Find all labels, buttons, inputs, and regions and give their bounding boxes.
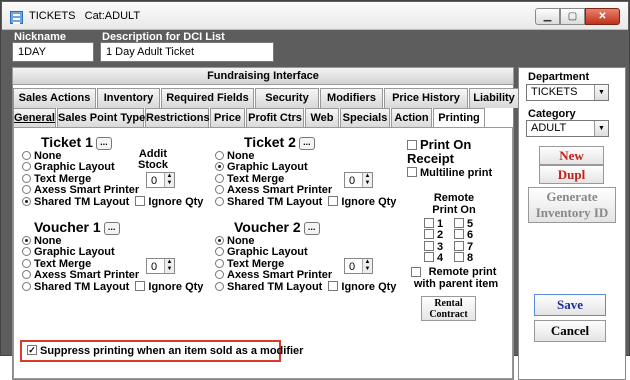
remote-printer-checkboxes: 1 5 2 6 3 7 4 8 [424, 218, 484, 264]
voucher2-dots-button[interactable]: ... [303, 222, 320, 235]
dupl-button[interactable]: Dupl [539, 165, 604, 184]
remote-with-parent-checkbox[interactable]: Remote print with parent item [411, 266, 501, 290]
department-select[interactable]: TICKETS ▼ [526, 84, 609, 101]
tab-action[interactable]: Action [391, 108, 432, 128]
tab-price-history[interactable]: Price History [384, 88, 468, 108]
maximize-button[interactable]: ▢ [560, 8, 585, 25]
tab-liability[interactable]: Liability [469, 88, 519, 108]
ticket2-title: Ticket 2... [244, 134, 315, 150]
voucher1-options: None Graphic Layout Text Merge Axess Sma… [22, 235, 203, 293]
multiline-print-checkbox[interactable]: Multiline print [407, 167, 492, 179]
tab-restrictions[interactable]: Restrictions [145, 108, 210, 128]
description-field[interactable]: 1 Day Adult Ticket [100, 42, 274, 62]
voucher2-title: Voucher 2... [234, 219, 320, 235]
voucher1-dots-button[interactable]: ... [103, 222, 120, 235]
nickname-field[interactable]: 1DAY [12, 42, 94, 62]
print-on-receipt-checkbox[interactable]: Print On Receipt [407, 138, 497, 166]
chevron-down-icon: ▼ [594, 85, 608, 100]
voucher1-stock-spinner[interactable]: 0 ▲ ▼ [146, 258, 175, 274]
ticket1-option-shared-tm[interactable]: Shared TM Layout Ignore Qty [22, 196, 203, 208]
department-label: Department [528, 71, 590, 83]
tab-modifiers[interactable]: Modifiers [320, 88, 383, 108]
ticket2-stock-spinner[interactable]: 0 ▲ ▼ [344, 172, 373, 188]
window-title: TICKETS Cat:ADULT [29, 10, 141, 22]
ticket2-dots-button[interactable]: ... [298, 137, 315, 150]
remote-printer-8[interactable]: 8 [454, 251, 484, 264]
new-button[interactable]: New [539, 146, 604, 165]
suppress-printing-checkbox[interactable]: Suppress printing when an item sold as a… [27, 345, 303, 357]
tab-web[interactable]: Web [305, 108, 339, 128]
tab-sales-actions[interactable]: Sales Actions [13, 88, 96, 108]
tab-specials[interactable]: Specials [340, 108, 390, 128]
tab-required-fields[interactable]: Required Fields [161, 88, 254, 108]
remote-printer-2[interactable]: 2 [424, 229, 454, 241]
ticket2-option-shared-tm[interactable]: Shared TM Layout Ignore Qty [215, 196, 396, 208]
generate-inventory-id-button[interactable]: Generate Inventory ID [528, 187, 616, 223]
chevron-down-icon: ▼ [594, 121, 608, 136]
ticket1-dots-button[interactable]: ... [95, 137, 112, 150]
ticket1-options: None Graphic Layout Text Merge Axess Sma… [22, 150, 203, 208]
remote-print-on-label: Remote Print On [432, 192, 476, 216]
tab-profit-ctrs[interactable]: Profit Ctrs [246, 108, 304, 128]
remote-printer-3[interactable]: 3 [424, 240, 454, 252]
tabs-row-1: Sales Actions Inventory Required Fields … [13, 88, 520, 108]
fundraising-interface-tab[interactable]: Fundraising Interface [12, 67, 514, 85]
voucher1-option-shared-tm[interactable]: Shared TM Layout Ignore Qty [22, 281, 203, 293]
tab-price[interactable]: Price [210, 108, 245, 128]
remote-printer-7[interactable]: 7 [454, 240, 484, 252]
voucher1-option-axess[interactable]: Axess Smart Printer [22, 269, 203, 281]
remote-printer-4[interactable]: 4 [424, 251, 454, 264]
title-bar: TICKETS Cat:ADULT ▁ ▢ ✕ [2, 2, 628, 30]
window: TICKETS Cat:ADULT ▁ ▢ ✕ Nickname 1DAY De… [0, 0, 630, 380]
rental-contract-button[interactable]: Rental Contract [421, 296, 476, 321]
tab-security[interactable]: Security [255, 88, 319, 108]
close-button[interactable]: ✕ [585, 8, 620, 25]
window-body: Nickname 1DAY Description for DCI List 1… [4, 31, 626, 380]
tab-inventory[interactable]: Inventory [97, 88, 160, 108]
save-button[interactable]: Save [534, 294, 606, 316]
voucher2-option-shared-tm[interactable]: Shared TM Layout Ignore Qty [215, 281, 396, 293]
category-select[interactable]: ADULT ▼ [526, 120, 609, 137]
tab-sales-point-type[interactable]: Sales Point Type [57, 108, 145, 128]
voucher1-title: Voucher 1... [34, 219, 120, 235]
minimize-button[interactable]: ▁ [535, 8, 560, 25]
category-label: Category [528, 108, 576, 120]
cancel-button[interactable]: Cancel [534, 320, 606, 342]
addit-stock-label: Addit Stock [138, 148, 168, 171]
app-icon [10, 11, 23, 24]
ticket1-title: Ticket 1... [41, 134, 112, 150]
ticket1-option-axess[interactable]: Axess Smart Printer [22, 184, 203, 196]
remote-printer-1[interactable]: 1 [424, 218, 454, 230]
ticket1-stock-spinner[interactable]: 0 ▲ ▼ [146, 172, 175, 188]
remote-printer-6[interactable]: 6 [454, 229, 484, 241]
voucher2-stock-spinner[interactable]: 0 ▲ ▼ [344, 258, 373, 274]
tab-general[interactable]: General [13, 108, 56, 128]
remote-printer-5[interactable]: 5 [454, 218, 484, 230]
